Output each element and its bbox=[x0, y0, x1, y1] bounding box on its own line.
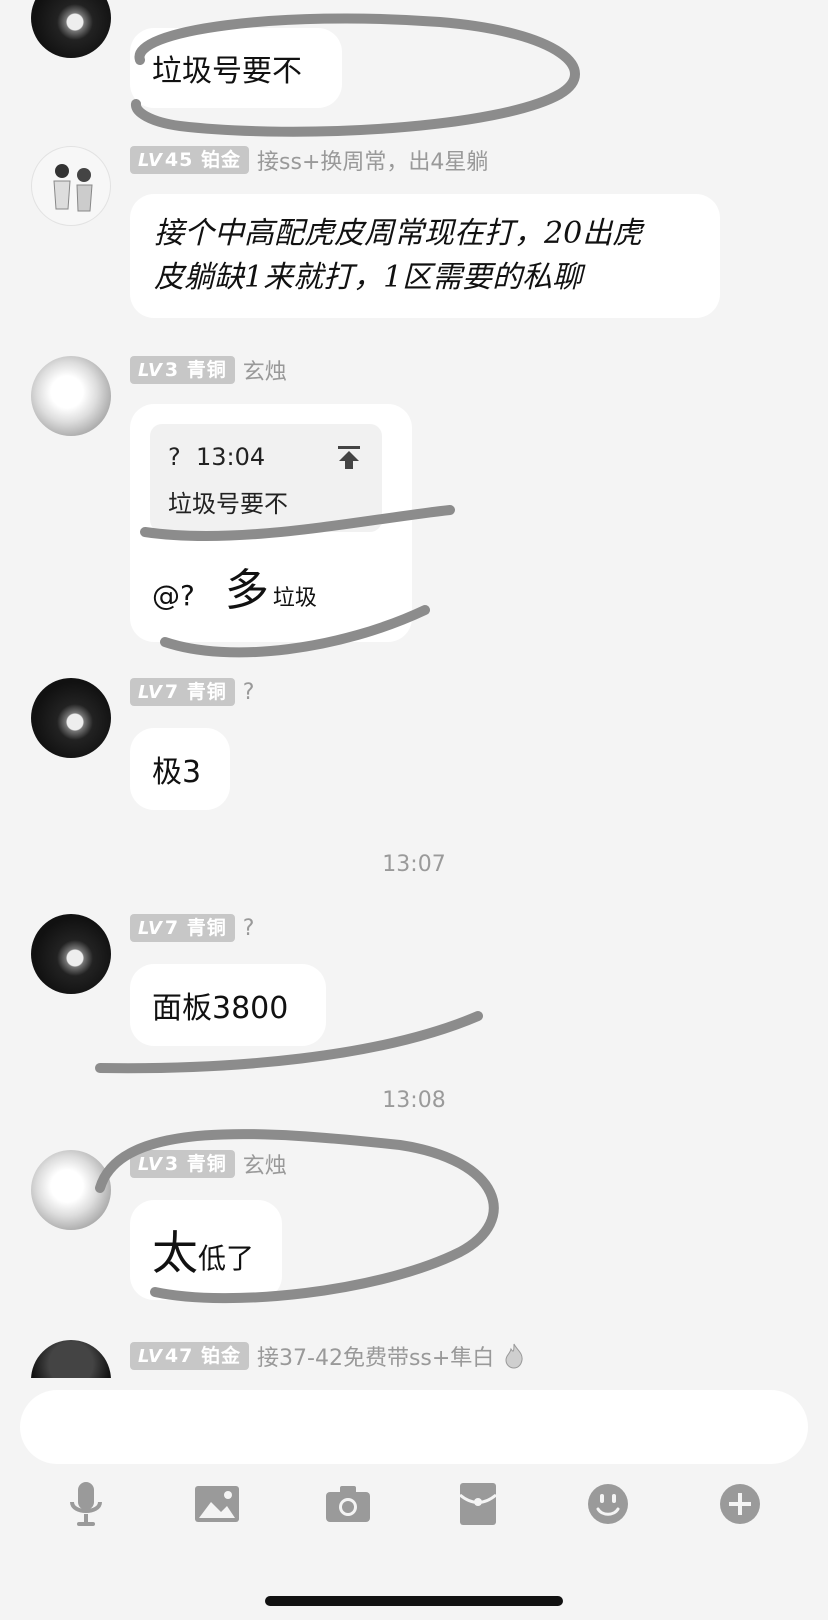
sender-name[interactable]: ? bbox=[243, 916, 255, 941]
jump-to-top-icon[interactable] bbox=[334, 442, 364, 472]
plus-icon[interactable] bbox=[714, 1478, 766, 1530]
chat-area[interactable]: 垃圾号要不 LV 45 铂金 接ss+换周常，出4星躺 接个中高配虎皮周常现在打，… bbox=[0, 0, 828, 1378]
message-bubble[interactable]: 极3 bbox=[130, 728, 230, 810]
sender-name[interactable]: 玄烛 bbox=[243, 1148, 287, 1180]
sender-meta: LV 3 青铜 玄烛 bbox=[130, 1148, 287, 1180]
reply-bubble[interactable]: ? 13:04 垃圾号要不 @? 多 垃圾 bbox=[130, 404, 412, 642]
sender-name[interactable]: 接ss+换周常，出4星躺 bbox=[257, 144, 488, 176]
avatar[interactable] bbox=[31, 1150, 111, 1230]
camera-icon[interactable] bbox=[322, 1478, 374, 1530]
sender-name[interactable]: 接37-42免费带ss+隼白 bbox=[257, 1340, 494, 1372]
message-small-text: 低了 bbox=[198, 1242, 255, 1275]
sender-name[interactable]: ? bbox=[243, 680, 255, 705]
avatar-illustration bbox=[53, 164, 93, 212]
level-badge: LV 3 青铜 bbox=[130, 1150, 235, 1178]
quote-time: 13:04 bbox=[196, 443, 266, 471]
timestamp: 13:07 bbox=[382, 852, 446, 877]
sender-meta: LV 47 铂金 接37-42免费带ss+隼白 bbox=[130, 1340, 526, 1372]
sender-meta: LV 45 铂金 接ss+换周常，出4星躺 bbox=[130, 144, 488, 176]
message-input[interactable] bbox=[20, 1390, 808, 1464]
sender-name[interactable]: 玄烛 bbox=[243, 354, 287, 386]
quote-sender: ? bbox=[168, 443, 181, 471]
avatar[interactable] bbox=[31, 678, 111, 758]
avatar[interactable] bbox=[31, 0, 111, 58]
quoted-message[interactable]: ? 13:04 垃圾号要不 bbox=[150, 424, 382, 532]
message-bubble[interactable]: 面板3800 bbox=[130, 964, 326, 1046]
sender-meta: LV 7 青铜 ? bbox=[130, 914, 254, 942]
mention[interactable]: @? bbox=[152, 579, 195, 612]
level-badge: LV 7 青铜 bbox=[130, 678, 235, 706]
reply-text: @? 多 垃圾 bbox=[152, 554, 317, 618]
avatar[interactable] bbox=[31, 146, 111, 226]
avatar[interactable] bbox=[31, 356, 111, 436]
timestamp: 13:08 bbox=[382, 1088, 446, 1113]
flame-icon bbox=[505, 1343, 523, 1369]
message-text: 垃圾号要不 bbox=[152, 54, 302, 89]
image-icon[interactable] bbox=[191, 1478, 243, 1530]
message-bubble[interactable]: 太 低了 bbox=[130, 1200, 282, 1300]
message-bubble[interactable]: 接个中高配虎皮周常现在打，20出虎 皮躺缺1来就打，1区需要的私聊 bbox=[130, 194, 720, 318]
avatar[interactable] bbox=[31, 914, 111, 994]
message-text-line: 接个中高配虎皮周常现在打，20出虎 bbox=[154, 216, 643, 251]
reply-big-char: 多 bbox=[224, 565, 269, 616]
avatar[interactable] bbox=[31, 1340, 111, 1378]
home-indicator[interactable] bbox=[265, 1596, 563, 1606]
sender-meta: LV 7 青铜 ? bbox=[130, 678, 254, 706]
emoji-icon[interactable] bbox=[582, 1478, 634, 1530]
sender-meta: LV 3 青铜 玄烛 bbox=[130, 354, 287, 386]
level-badge: LV 3 青铜 bbox=[130, 356, 235, 384]
level-badge: LV 47 铂金 bbox=[130, 1342, 250, 1370]
red-packet-icon[interactable] bbox=[452, 1478, 504, 1530]
level-badge: LV 7 青铜 bbox=[130, 914, 235, 942]
microphone-icon[interactable] bbox=[60, 1478, 112, 1530]
level-badge: LV 45 铂金 bbox=[130, 146, 250, 174]
reply-small-text: 垃圾 bbox=[272, 586, 317, 611]
message-text: 极3 bbox=[152, 755, 202, 790]
message-bubble[interactable]: 垃圾号要不 bbox=[130, 28, 342, 108]
quote-text: 垃圾号要不 bbox=[168, 490, 288, 518]
message-text-line: 皮躺缺1来就打，1区需要的私聊 bbox=[154, 260, 583, 295]
bottom-toolbar bbox=[0, 1478, 828, 1538]
message-big-char: 太 bbox=[152, 1226, 198, 1280]
message-text: 面板3800 bbox=[152, 991, 289, 1026]
